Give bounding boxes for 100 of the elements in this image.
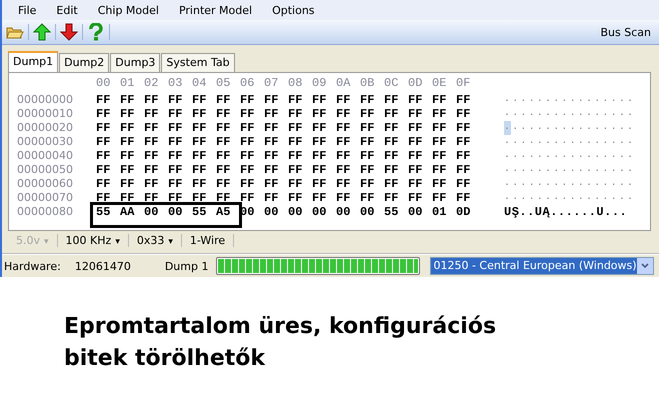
ascii-text: ................	[504, 135, 636, 149]
byte-value: A5	[216, 205, 232, 219]
column-header: 05	[216, 76, 232, 92]
offset-label: 00000020	[17, 121, 74, 135]
byte-value: FF	[120, 177, 136, 191]
column-header: 0F	[456, 76, 472, 92]
byte-value: FF	[264, 93, 280, 107]
offset-label: 00000080	[17, 205, 74, 219]
ascii-text: ................	[504, 191, 636, 205]
byte-value: FF	[144, 135, 160, 149]
byte-value: FF	[264, 149, 280, 163]
byte-value: FF	[288, 107, 304, 121]
tab[interactable]: Dump2	[59, 53, 110, 72]
byte-value: FF	[264, 191, 280, 205]
byte-value: FF	[120, 107, 136, 121]
menu-item[interactable]: File	[8, 4, 46, 16]
option-dropdown[interactable]: 0x33 ▾	[128, 234, 182, 246]
byte-value: FF	[144, 121, 160, 135]
ascii-text: UŞ..UĄ......U...	[504, 205, 628, 219]
byte-value: 0D	[456, 205, 472, 219]
menu-item[interactable]: Chip Model	[88, 4, 169, 16]
byte-value: FF	[408, 93, 424, 107]
byte-value: FF	[144, 177, 160, 191]
byte-value: FF	[456, 135, 472, 149]
chevron-down-icon[interactable]	[641, 263, 650, 269]
byte-value: FF	[288, 149, 304, 163]
byte-value: FF	[432, 107, 448, 121]
byte-value: FF	[384, 93, 400, 107]
byte-value: FF	[96, 121, 112, 135]
byte-value: FF	[216, 135, 232, 149]
offset-label: 00000040	[17, 149, 74, 163]
byte-value: FF	[168, 149, 184, 163]
byte-value: FF	[432, 177, 448, 191]
byte-value: 00	[312, 205, 328, 219]
offset-label: 00000060	[17, 177, 74, 191]
tab[interactable]: Dump1	[8, 51, 58, 72]
help-icon[interactable]	[87, 23, 105, 41]
byte-value: FF	[192, 93, 208, 107]
column-header: 01	[120, 76, 136, 92]
byte-value: FF	[456, 121, 472, 135]
byte-value: 00	[408, 205, 424, 219]
byte-value: FF	[96, 149, 112, 163]
byte-value: FF	[192, 121, 208, 135]
ascii-text: ................	[504, 177, 636, 191]
byte-value: FF	[168, 121, 184, 135]
column-header: 06	[240, 76, 256, 92]
byte-value: FF	[264, 163, 280, 177]
byte-value: FF	[408, 163, 424, 177]
down-arrow-icon[interactable]	[60, 23, 78, 41]
byte-value: FF	[408, 191, 424, 205]
bus-scan-button[interactable]: Bus Scan	[600, 26, 655, 38]
byte-value: FF	[264, 177, 280, 191]
byte-value: FF	[120, 149, 136, 163]
byte-value: FF	[288, 121, 304, 135]
menu-item[interactable]: Edit	[46, 4, 88, 16]
tab[interactable]: Dump3	[110, 53, 160, 72]
menu-item[interactable]: Options	[262, 4, 325, 16]
byte-value: FF	[336, 107, 352, 121]
column-header: 0B	[360, 76, 376, 92]
byte-value: FF	[408, 107, 424, 121]
byte-value: 01	[432, 205, 448, 219]
byte-value: FF	[96, 191, 112, 205]
byte-value: FF	[408, 177, 424, 191]
byte-value: FF	[168, 93, 184, 107]
byte-value: FF	[432, 93, 448, 107]
byte-value: FF	[216, 121, 232, 135]
byte-value: FF	[312, 177, 328, 191]
up-arrow-icon[interactable]	[33, 23, 51, 41]
byte-value: FF	[456, 93, 472, 107]
byte-value: FF	[384, 107, 400, 121]
tab[interactable]: System Tab	[161, 53, 235, 72]
encoding-dropdown[interactable]: 01250 - Central European (Windows)	[430, 257, 654, 275]
byte-value: FF	[96, 163, 112, 177]
byte-value: FF	[168, 163, 184, 177]
byte-value: FF	[144, 191, 160, 205]
byte-value: FF	[216, 93, 232, 107]
byte-value: FF	[192, 163, 208, 177]
byte-value: FF	[144, 93, 160, 107]
byte-value: FF	[264, 135, 280, 149]
byte-value: FF	[168, 107, 184, 121]
column-header: 0C	[384, 76, 400, 92]
byte-value: 00	[144, 205, 160, 219]
option-dropdown[interactable]: 100 KHz ▾	[58, 234, 129, 246]
byte-value: FF	[336, 93, 352, 107]
byte-value: FF	[360, 191, 376, 205]
byte-value: FF	[456, 107, 472, 121]
option-dropdown[interactable]: 1-Wire	[182, 234, 234, 246]
menu-item[interactable]: Printer Model	[168, 4, 262, 16]
byte-value: FF	[192, 107, 208, 121]
byte-value: FF	[240, 107, 256, 121]
byte-value: FF	[456, 177, 472, 191]
ascii-text: ................	[504, 163, 636, 177]
byte-value: FF	[432, 121, 448, 135]
byte-value: 55	[96, 205, 112, 219]
byte-value: FF	[360, 149, 376, 163]
offset-label: 00000070	[17, 191, 74, 205]
byte-value: FF	[288, 177, 304, 191]
dump-label: Dump 1	[164, 260, 210, 272]
byte-value: FF	[456, 191, 472, 205]
byte-value: FF	[144, 149, 160, 163]
